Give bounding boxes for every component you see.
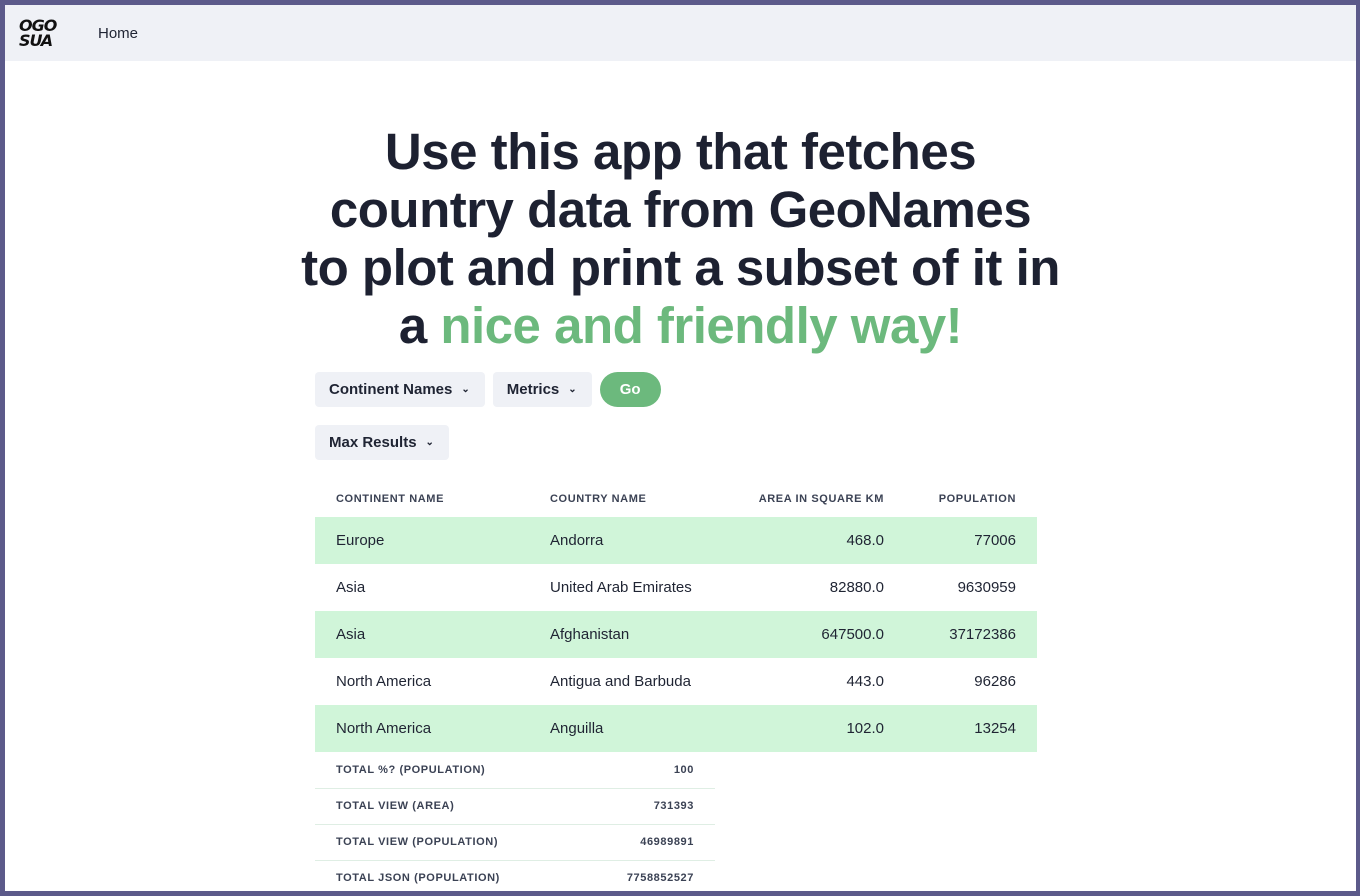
cell-country: Afghanistan [550,626,630,643]
cell-area: 468.0 [846,532,884,549]
cell-population: 37172386 [949,626,1016,643]
totals-row: TOTAL VIEW (AREA) 731393 [315,788,715,825]
main-content: Continent Names ⌄ Metrics ⌄ Go Max Resul… [315,372,1037,896]
table-row: Asia United Arab Emirates 82880.0 963095… [315,564,1037,611]
cell-area: 82880.0 [829,579,884,596]
total-label: TOTAL VIEW (POPULATION) [315,824,577,861]
totals-row: TOTAL JSON (POPULATION) 7758852527 [315,860,715,896]
totals-row: TOTAL VIEW (POPULATION) 46989891 [315,824,715,861]
header-area[interactable]: Area in square km [723,481,905,517]
hero-accent-text: nice and friendly way! [440,297,963,354]
cell-continent: North America [336,673,432,690]
cell-area: 102.0 [846,720,884,737]
total-label: TOTAL %? (POPULATION) [315,752,577,789]
cell-country: United Arab Emirates [550,579,692,596]
total-label: TOTAL VIEW (AREA) [315,788,577,825]
cell-population: 9630959 [957,579,1016,596]
cell-country: Andorra [550,532,604,549]
go-button[interactable]: Go [599,372,661,407]
cell-area: 647500.0 [821,626,884,643]
cell-country: Anguilla [550,720,604,737]
table-row: North America Anguilla 102.0 13254 [315,705,1037,752]
home-link[interactable]: Home [98,25,138,42]
cell-country: Antigua and Barbuda [550,673,691,690]
filter-controls-row-2: Max Results ⌄ [315,425,1037,460]
metrics-dropdown[interactable]: Metrics ⌄ [492,372,592,407]
totals-table: TOTAL %? (POPULATION) 100 TOTAL VIEW (AR… [315,752,715,896]
hero-heading: Use this app that fetches country data f… [301,123,1061,355]
filter-controls: Continent Names ⌄ Metrics ⌄ Go [315,372,1037,407]
max-results-label: Max Results [329,434,417,451]
totals-row: TOTAL %? (POPULATION) 100 [315,752,715,789]
total-value: 46989891 [576,824,715,861]
max-results-dropdown[interactable]: Max Results ⌄ [315,425,449,460]
table-row: North America Antigua and Barbuda 443.0 … [315,658,1037,705]
logo-line-2: SUA [19,31,53,50]
table-row: Europe Andorra 468.0 77006 [315,517,1037,564]
header-population[interactable]: Population [905,481,1037,517]
chevron-down-icon: ⌄ [461,384,470,395]
total-value: 100 [576,752,715,789]
cell-population: 13254 [974,720,1016,737]
cell-continent: Asia [336,626,366,643]
cell-continent: North America [336,720,432,737]
header-continent-name[interactable]: Continent Name [315,481,529,517]
table-header-row: Continent Name Country Name Area in squa… [315,481,1037,517]
total-value: 7758852527 [626,872,694,885]
cell-continent: Asia [336,579,366,596]
cell-population: 96286 [974,673,1016,690]
cell-population: 77006 [974,532,1016,549]
header-country-name[interactable]: Country Name [529,481,723,517]
chevron-down-icon: ⌄ [425,437,434,448]
chevron-down-icon: ⌄ [568,384,577,395]
metrics-label: Metrics [506,381,560,398]
continent-names-dropdown[interactable]: Continent Names ⌄ [315,372,485,407]
cell-area: 443.0 [846,673,884,690]
cell-continent: Europe [336,532,385,549]
total-value: 731393 [576,788,715,825]
continent-names-label: Continent Names [329,381,453,398]
country-table: Continent Name Country Name Area in squa… [315,481,1037,752]
table-row: Asia Afghanistan 647500.0 37172386 [315,611,1037,658]
total-label: TOTAL JSON (POPULATION) [336,872,500,885]
brand-logo[interactable]: OGO SUA [19,13,63,53]
top-navbar: OGO SUA Home [5,5,1356,61]
